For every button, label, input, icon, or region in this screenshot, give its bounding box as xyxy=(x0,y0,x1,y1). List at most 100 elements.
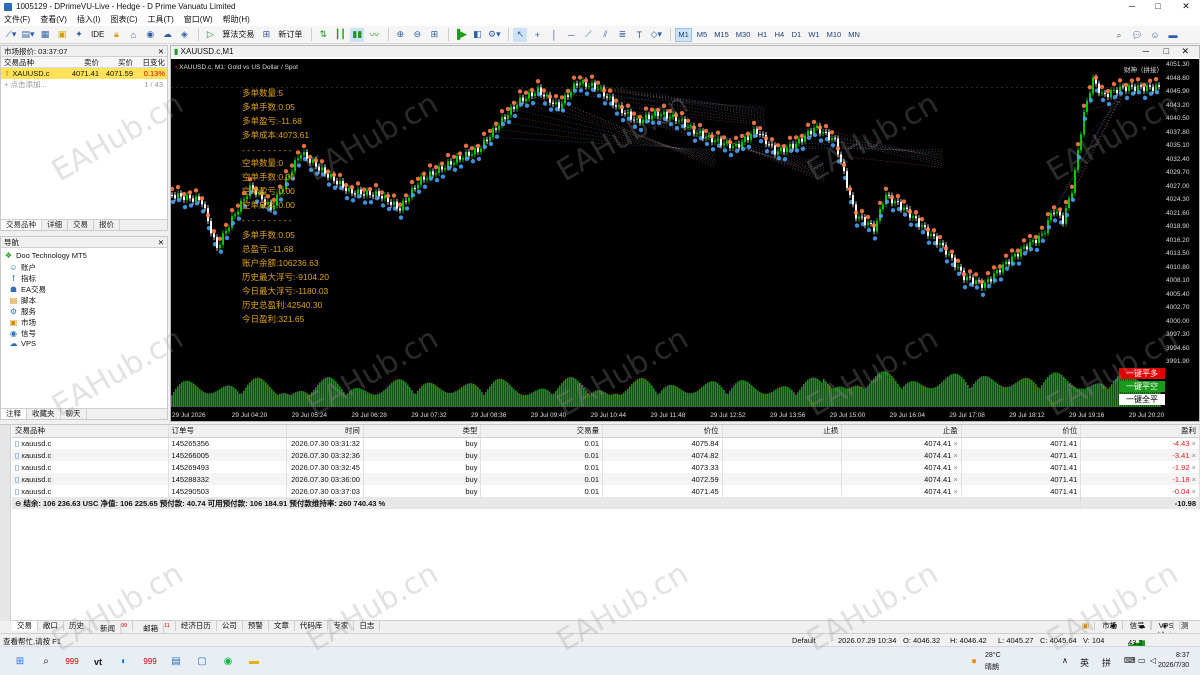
channel-icon[interactable]: ⫽ xyxy=(598,28,612,42)
col-ask[interactable]: 买价 xyxy=(99,57,133,67)
minimize-button[interactable]: ─ xyxy=(1120,0,1144,13)
menu-tools[interactable]: 工具(T) xyxy=(148,14,174,25)
remove-icon[interactable]: × xyxy=(1190,451,1196,460)
tf-d1[interactable]: D1 xyxy=(789,28,803,42)
terminal-icon[interactable]: ▤ xyxy=(168,654,184,670)
bar-chart-icon[interactable]: ┃┃ xyxy=(333,28,347,42)
zoom-in-icon[interactable]: ⊕ xyxy=(393,28,407,42)
wechat-icon[interactable]: ◉ xyxy=(220,654,236,670)
depth-icon[interactable]: ⇅ xyxy=(316,28,330,42)
tf-m10[interactable]: M10 xyxy=(825,28,844,42)
autoscroll-icon[interactable]: ◧ xyxy=(470,28,484,42)
lock-icon[interactable]: 🔒︎ xyxy=(109,28,123,42)
col-ticket[interactable]: 订单号 xyxy=(168,425,288,438)
trendline-icon[interactable]: ⟋ xyxy=(581,28,595,42)
app-icon-999b[interactable]: 999 xyxy=(142,654,158,670)
nav-item-signals[interactable]: ◉ 信号 xyxy=(9,328,36,339)
tf-m5[interactable]: M5 xyxy=(695,28,709,42)
hline-icon[interactable]: ─ xyxy=(564,28,578,42)
tab-comments[interactable]: 注释 xyxy=(1,409,27,419)
profile-name[interactable]: Default xyxy=(792,636,816,645)
close-long-button[interactable]: 一键平多 xyxy=(1119,368,1165,379)
account-icon[interactable]: ☺ xyxy=(1148,28,1162,42)
app-icon-vt[interactable]: vt xyxy=(90,654,106,670)
text-icon[interactable]: T xyxy=(632,28,646,42)
col-tp[interactable]: 止盈 xyxy=(841,425,962,438)
remove-icon[interactable]: × xyxy=(951,475,957,484)
tab-journal[interactable]: 日志 xyxy=(354,621,381,631)
chat-icon[interactable]: 💬︎ xyxy=(1130,28,1144,42)
edge-icon[interactable]: ◐ xyxy=(116,654,132,670)
chart-area[interactable]: ▪ XAUUSD.c, M1: Gold vs US Dollar / Spot… xyxy=(171,59,1199,421)
network-icon[interactable]: ▭ xyxy=(1138,656,1146,665)
market-watch-row[interactable]: ⇑ XAUUSD.c 4071.41 4071.59 0.13% xyxy=(1,68,167,79)
remove-icon[interactable]: × xyxy=(951,463,957,472)
remove-icon[interactable]: × xyxy=(1190,487,1196,496)
cursor-icon[interactable]: ↖ xyxy=(513,27,528,42)
tab-alerts[interactable]: 预警 xyxy=(243,621,269,631)
scroll-icon[interactable]: ▐▶ xyxy=(453,28,467,42)
play-icon[interactable]: ▷ xyxy=(203,28,217,42)
nav-item-market[interactable]: ▣ 市场 xyxy=(9,317,36,328)
chart-tab-label[interactable]: XAUUSD.c,M1 xyxy=(181,47,234,56)
new-order-icon[interactable]: ⊞ xyxy=(259,28,273,42)
algo-trading-button[interactable]: 算法交易 xyxy=(220,28,256,42)
tab-company[interactable]: 公司 xyxy=(217,621,243,631)
nav-item-vps[interactable]: ☁ VPS xyxy=(9,339,37,348)
folder-icon[interactable]: ▬ xyxy=(246,654,262,670)
order-row[interactable]: ▯ xauusd.c 145266005 2026.07.30 03:32:36 bu… xyxy=(12,449,1200,461)
close-short-button[interactable]: 一键平空 xyxy=(1119,381,1165,392)
col-profit[interactable]: 盈利 xyxy=(1080,425,1200,438)
tab-trading[interactable]: 交易 xyxy=(68,220,94,230)
new-order-button[interactable]: 新订单 xyxy=(276,28,304,42)
col-time[interactable]: 时间 xyxy=(286,425,364,438)
remove-icon[interactable]: × xyxy=(1190,475,1196,484)
col-change[interactable]: 日变化 xyxy=(133,57,166,67)
zoom-out-icon[interactable]: ⊖ xyxy=(410,28,424,42)
tab-trade[interactable]: 交易 xyxy=(12,621,38,631)
clock-time[interactable]: 8:37 xyxy=(1176,652,1190,659)
nav-item-experts[interactable]: ☗ EA交易 xyxy=(9,284,46,295)
tf-m1[interactable]: M1 xyxy=(675,27,692,42)
tab-symbols[interactable]: 交易品种 xyxy=(1,220,42,230)
col-volume[interactable]: 交易量 xyxy=(480,425,604,438)
menu-view[interactable]: 查看(V) xyxy=(40,14,67,25)
fibo-icon[interactable]: ≣ xyxy=(615,28,629,42)
tab-exposure[interactable]: 敞口 xyxy=(38,621,64,631)
tf-h1[interactable]: H1 xyxy=(755,28,769,42)
tab-calendar[interactable]: 经济日历 xyxy=(176,621,217,631)
windows-start-icon[interactable]: ⊞ xyxy=(12,654,28,670)
order-row[interactable]: ▯ xauusd.c 145288332 2026.07.30 03:36:00 bu… xyxy=(12,473,1200,485)
tray-chevron-icon[interactable]: ∧ xyxy=(1062,656,1068,665)
chart-maximize-button[interactable]: □ xyxy=(1164,46,1169,57)
tab-experts[interactable]: 专家 xyxy=(328,621,355,631)
tf-w1[interactable]: W1 xyxy=(806,28,821,42)
window-icon[interactable]: ▢ xyxy=(194,654,210,670)
tester-icon[interactable]: ◈ xyxy=(177,28,191,42)
add-row[interactable]: + 点击添加... 1 / 43 xyxy=(1,79,167,90)
menu-window[interactable]: 窗口(W) xyxy=(184,14,213,25)
tab-history[interactable]: 历史 xyxy=(64,621,90,631)
col-bid[interactable]: 卖价 xyxy=(65,57,99,67)
tab-favorites[interactable]: 收藏夹 xyxy=(27,409,61,419)
col-symbol[interactable]: 交易品种 xyxy=(1,57,65,67)
market-icon[interactable]: ⌂ xyxy=(126,28,140,42)
tab-mailbox[interactable]: 邮箱 11 xyxy=(133,621,176,633)
menu-insert[interactable]: 插入(I) xyxy=(77,14,101,25)
col-type[interactable]: 类型 xyxy=(363,425,482,438)
clock-date[interactable]: 2026/7/30 xyxy=(1158,662,1189,669)
tf-mn[interactable]: MN xyxy=(846,28,862,42)
app-icon-999[interactable]: 999 xyxy=(64,654,80,670)
remove-icon[interactable]: × xyxy=(1190,439,1196,448)
shapes-icon[interactable]: ◇▾ xyxy=(649,28,663,42)
chart-minimize-button[interactable]: ─ xyxy=(1143,46,1149,57)
navigator-root[interactable]: ❖ Doo Technology MT5 xyxy=(4,251,87,260)
market-watch-icon[interactable]: ▦ xyxy=(38,28,52,42)
indicators-icon[interactable]: ⚙▾ xyxy=(487,28,501,42)
nav-item-accounts[interactable]: ☺ 账户 xyxy=(9,262,36,273)
wallet-icon[interactable]: ▣ xyxy=(55,28,69,42)
signals-icon[interactable]: ◉ xyxy=(143,28,157,42)
col-sl[interactable]: 止损 xyxy=(722,425,843,438)
tab-codebase[interactable]: 代码库 xyxy=(295,621,329,631)
menu-help[interactable]: 帮助(H) xyxy=(223,14,250,25)
